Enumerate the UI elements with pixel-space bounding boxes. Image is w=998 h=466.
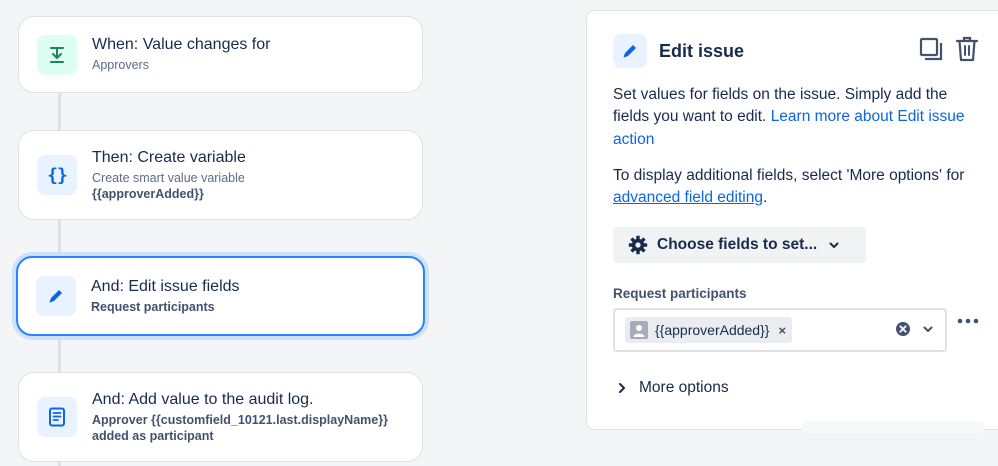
additional-suffix: . xyxy=(762,189,768,207)
create-variable-subtitle: Create smart value variable xyxy=(92,170,245,185)
audit-log-card[interactable]: And: Add value to the audit log. Approve… xyxy=(18,372,423,462)
chevron-down-icon[interactable] xyxy=(922,323,934,335)
panel-header: Edit issue xyxy=(613,31,998,71)
curly-braces-icon: {} xyxy=(37,155,77,195)
download-arrow-icon xyxy=(37,34,77,75)
automation-flow: When: Value changes for Approvers {} The… xyxy=(0,0,440,466)
advanced-field-editing-link[interactable]: advanced field editing xyxy=(613,189,763,206)
edit-issue-subtitle: Request participants xyxy=(91,299,215,314)
flow-connector xyxy=(58,219,61,256)
audit-log-title: And: Add value to the audit log. xyxy=(92,390,314,408)
pencil-icon xyxy=(613,34,647,68)
more-actions-icon[interactable] xyxy=(957,317,979,325)
panel-footer-strip xyxy=(802,421,984,433)
more-options-toggle[interactable]: More options xyxy=(617,379,729,397)
pencil-icon xyxy=(36,276,76,316)
gear-icon xyxy=(628,235,648,255)
audit-log-line1: Approver {{customfield_10121.last.displa… xyxy=(92,412,388,427)
clear-icon[interactable] xyxy=(895,321,911,337)
flow-connector xyxy=(58,92,61,130)
choose-fields-button[interactable]: Choose fields to set... xyxy=(613,227,866,263)
trash-icon[interactable] xyxy=(954,35,980,63)
flow-connector xyxy=(58,336,61,372)
additional-prefix: To display additional fields, select 'Mo… xyxy=(613,167,965,184)
chevron-right-icon xyxy=(619,383,625,393)
trigger-subtitle: Approvers xyxy=(92,58,149,73)
edit-issue-title: And: Edit issue fields xyxy=(91,277,240,295)
request-participants-label: Request participants xyxy=(613,286,747,301)
trigger-title: When: Value changes for xyxy=(92,36,271,54)
edit-issue-panel: Edit issue Set values for fields on the … xyxy=(586,10,998,430)
panel-description: Set values for fields on the issue. Simp… xyxy=(613,84,983,151)
edit-issue-card[interactable]: And: Edit issue fields Request participa… xyxy=(16,256,425,336)
participant-chip-text: {{approverAdded}} xyxy=(655,322,770,338)
additional-fields-hint: To display additional fields, select 'Mo… xyxy=(613,165,983,210)
avatar-icon xyxy=(630,321,648,339)
participant-chip: {{approverAdded}} × xyxy=(625,317,793,343)
audit-log-line2: added as participant xyxy=(92,428,214,443)
trigger-card[interactable]: When: Value changes for Approvers xyxy=(18,16,423,93)
panel-title: Edit issue xyxy=(659,40,745,61)
more-options-label: More options xyxy=(639,379,729,396)
chip-remove-icon[interactable]: × xyxy=(778,323,786,338)
choose-fields-label: Choose fields to set... xyxy=(657,236,818,253)
document-icon xyxy=(37,397,77,437)
create-variable-card[interactable]: {} Then: Create variable Create smart va… xyxy=(18,130,423,220)
request-participants-select[interactable]: {{approverAdded}} × xyxy=(613,308,947,352)
duplicate-icon[interactable] xyxy=(918,35,944,63)
create-variable-title: Then: Create variable xyxy=(92,148,246,166)
create-variable-detail: {{approverAdded}} xyxy=(92,186,204,201)
chevron-down-icon xyxy=(829,242,839,248)
